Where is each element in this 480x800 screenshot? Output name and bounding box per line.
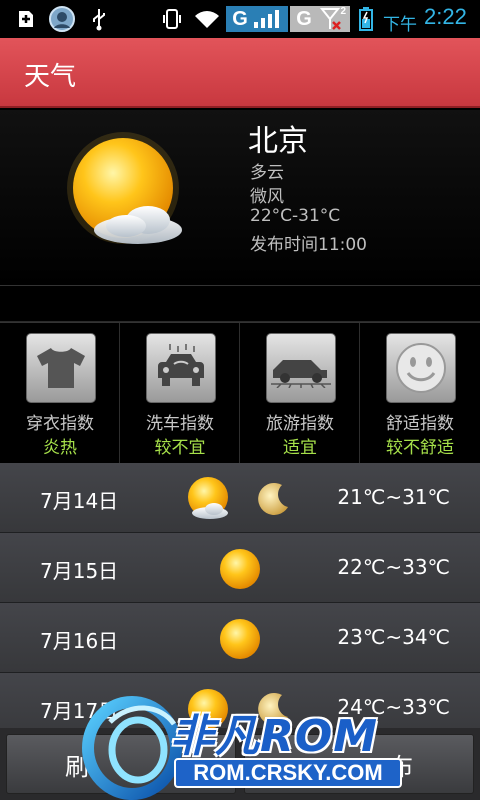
clock: 2:22	[424, 4, 467, 29]
divider	[0, 287, 480, 322]
index-value: 炎热	[43, 438, 77, 458]
index-value: 较不宜	[154, 438, 206, 458]
index-value: 较不舒适	[386, 438, 454, 458]
index-comfort[interactable]: 舒适指数 较不舒适	[360, 323, 480, 464]
brand-name: 非凡ROM	[170, 711, 379, 762]
sun-cloud-icon	[67, 132, 182, 244]
time-prefix: 下午	[383, 15, 417, 34]
publish-time: 发布时间11:00	[250, 235, 367, 255]
notification-add-icon	[12, 6, 40, 32]
index-value: 适宜	[283, 438, 317, 458]
battery-icon	[356, 6, 376, 32]
index-label: 穿衣指数	[26, 414, 94, 434]
forecast-date: 7月14日	[40, 489, 119, 513]
forecast-temp: 21℃~31℃	[337, 485, 450, 509]
watermark-logo: 非凡ROM ROM.CRSKY.COM	[80, 692, 420, 800]
temperature-range: 22°C-31°C	[250, 206, 341, 226]
life-indices: 穿衣指数 炎热 洗车指数 较不宜 旅游指数 适宜 舒适指数 较不舒适	[0, 322, 480, 464]
index-travel[interactable]: 旅游指数 适宜	[240, 323, 360, 464]
usb-icon	[88, 6, 110, 32]
smiley-icon	[386, 333, 456, 403]
tshirt-icon	[26, 333, 96, 403]
car-wash-icon	[146, 333, 216, 403]
title-bar: 天气	[0, 38, 480, 108]
weather-condition: 多云	[250, 163, 284, 183]
status-bar: G G 2 下午 2:22	[0, 0, 480, 38]
forecast-row[interactable]: 7月14日 21℃~31℃	[0, 463, 480, 533]
forecast-temp: 23℃~34℃	[337, 625, 450, 649]
wifi-icon	[192, 6, 222, 32]
forecast-row[interactable]: 7月16日 23℃~34℃	[0, 603, 480, 673]
sun-icon	[220, 619, 260, 659]
signal-icon: G	[226, 6, 288, 32]
index-label: 洗车指数	[146, 414, 214, 434]
index-clothing[interactable]: 穿衣指数 炎热	[0, 323, 120, 464]
sun-cloud-icon	[188, 477, 228, 519]
vibrate-icon	[160, 6, 184, 32]
brand-url: ROM.CRSKY.COM	[174, 758, 402, 788]
index-label: 旅游指数	[266, 414, 334, 434]
forecast-date: 7月16日	[40, 629, 119, 653]
forecast-temp: 22℃~33℃	[337, 555, 450, 579]
moon-icon	[258, 482, 288, 515]
no-signal-icon: G 2	[290, 6, 350, 32]
index-label: 舒适指数	[386, 414, 454, 434]
sun-icon	[220, 549, 260, 589]
forecast-date: 7月15日	[40, 559, 119, 583]
index-car-wash[interactable]: 洗车指数 较不宜	[120, 323, 240, 464]
app-avatar-icon	[48, 6, 76, 32]
car-travel-icon	[266, 333, 336, 403]
forecast-row[interactable]: 7月15日 22℃~33℃	[0, 533, 480, 603]
wind-level: 微风	[250, 187, 284, 207]
current-weather-panel: 北京 多云 微风 22°C-31°C 发布时间11:00	[0, 110, 480, 286]
page-title: 天气	[24, 62, 77, 92]
city-name: 北京	[248, 124, 308, 159]
